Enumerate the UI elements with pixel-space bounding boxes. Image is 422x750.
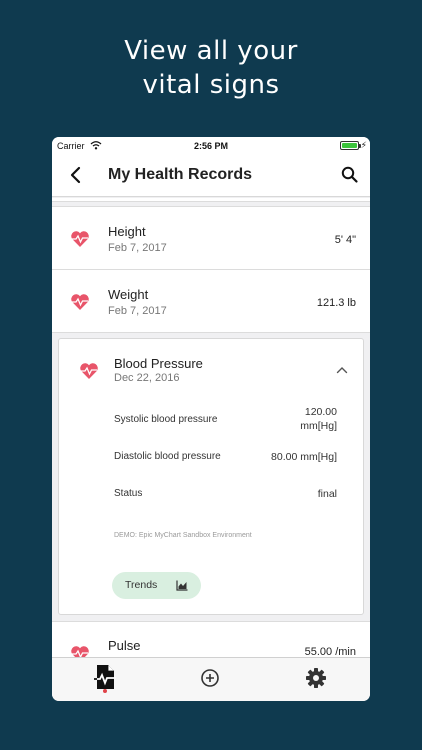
record-row-height[interactable]: Height Feb 7, 2017 5' 4" [52, 206, 370, 270]
charging-icon: ⚡ [360, 140, 367, 150]
record-row-pulse[interactable]: Pulse 55.00 /min [52, 621, 370, 657]
chart-icon [176, 580, 188, 591]
record-name: Weight [108, 287, 149, 302]
heart-pulse-icon [80, 363, 98, 379]
status-time: 2:56 PM [193, 141, 228, 151]
record-date: Feb 7, 2017 [108, 242, 167, 254]
gear-icon[interactable] [304, 664, 328, 690]
chevron-up-icon[interactable] [336, 366, 348, 374]
record-date: Dec 22, 2016 [114, 372, 180, 384]
active-tab-indicator [103, 689, 107, 693]
trends-button[interactable]: Trends [112, 572, 201, 599]
document-pulse-icon[interactable] [93, 664, 117, 690]
page-title: My Health Records [108, 166, 253, 183]
heart-pulse-icon [71, 646, 89, 657]
detail-value-line-2: mm[Hg] [300, 420, 337, 432]
data-source-label: DEMO: Epic MyChart Sandbox Environment [114, 532, 252, 539]
record-name: Height [108, 224, 146, 239]
list-item-top-partial [52, 198, 370, 202]
expanded-record-card: Blood Pressure Dec 22, 2016 Systolic blo… [58, 338, 364, 615]
battery-icon [340, 141, 359, 150]
status-bar: Carrier 2:56 PM ⚡ [52, 137, 370, 155]
record-value: 55.00 /min [304, 646, 356, 657]
promo-line-1: View all your [124, 36, 298, 66]
record-name: Blood Pressure [114, 356, 203, 371]
detail-value-line-1: 120.00 [304, 406, 337, 418]
nav-bar: My Health Records [52, 155, 370, 197]
trends-label: Trends [125, 579, 158, 591]
record-row-weight[interactable]: Weight Feb 7, 2017 121.3 lb [52, 269, 370, 333]
detail-value: final [317, 488, 337, 500]
detail-value: 120.00 mm[Hg] [300, 405, 337, 433]
back-icon[interactable] [66, 165, 86, 185]
record-name: Pulse [108, 638, 141, 653]
phone-screen: Carrier 2:56 PM ⚡ My Health Records Heig… [52, 137, 370, 701]
tab-bar [52, 657, 370, 701]
add-circle-icon[interactable] [198, 664, 222, 690]
record-date: Feb 7, 2017 [108, 305, 167, 317]
detail-value: 80.00 mm[Hg] [271, 451, 337, 463]
detail-label: Systolic blood pressure [114, 414, 218, 425]
detail-label: Status [114, 488, 143, 499]
heart-pulse-icon [71, 294, 89, 310]
promo-line-2: vital signs [142, 70, 280, 100]
heart-pulse-icon [71, 231, 89, 247]
record-value: 5' 4" [334, 234, 356, 246]
search-icon[interactable] [340, 165, 360, 185]
records-list[interactable]: Height Feb 7, 2017 5' 4" Weight Feb 7, 2… [52, 198, 370, 657]
promo-headline: View all your vital signs [0, 34, 422, 102]
detail-label: Diastolic blood pressure [114, 451, 221, 462]
record-value: 121.3 lb [316, 297, 356, 309]
